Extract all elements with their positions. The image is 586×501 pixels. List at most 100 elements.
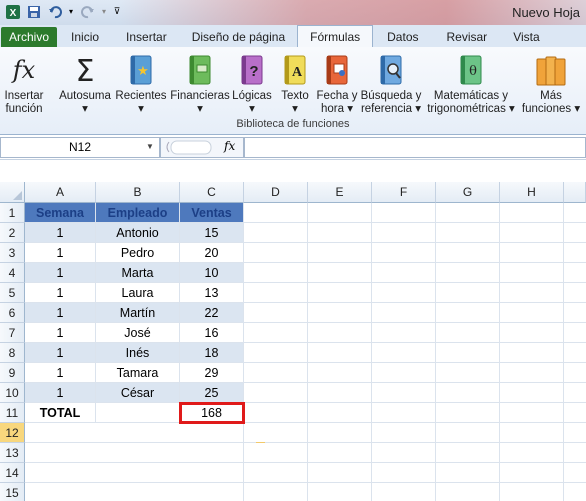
table-cell[interactable]: 1 <box>25 383 96 403</box>
tab-revisar[interactable]: Revisar <box>433 27 502 47</box>
table-cell[interactable]: Inés <box>96 343 180 363</box>
spreadsheet-grid[interactable]: A B C D E F G H 1 2 3 4 5 6 7 8 9 10 11 … <box>0 182 586 501</box>
table-cell[interactable]: José <box>96 323 180 343</box>
table-cell[interactable]: 1 <box>25 323 96 343</box>
table-cell[interactable]: Pedro <box>96 243 180 263</box>
table-cell[interactable]: 16 <box>180 323 244 343</box>
row-header-12[interactable]: 12 <box>0 423 25 443</box>
table-cell[interactable]: 1 <box>25 343 96 363</box>
column-header-g[interactable]: G <box>436 182 500 203</box>
texto-button[interactable]: A Texto ▾ <box>276 53 314 116</box>
book-search-icon <box>358 53 424 87</box>
row-header-15[interactable]: 15 <box>0 483 25 501</box>
row-header-11[interactable]: 11 <box>0 403 25 423</box>
autosuma-button[interactable]: Σ Autosuma ▾ <box>56 53 114 116</box>
quick-access-toolbar: X ▾ ▾ ⊽ <box>4 3 122 20</box>
table-cell[interactable]: 1 <box>25 363 96 383</box>
header-semana[interactable]: Semana <box>25 203 96 223</box>
table-cell[interactable]: César <box>96 383 180 403</box>
column-header-h[interactable]: H <box>500 182 564 203</box>
ribbon-tabs: Archivo Inicio Insertar Diseño de página… <box>0 25 586 47</box>
table-cell[interactable]: 1 <box>25 243 96 263</box>
insertar-funcion-button[interactable]: fx Insertar función <box>2 53 46 116</box>
header-empleado[interactable]: Empleado <box>96 203 180 223</box>
redo-icon[interactable] <box>79 3 96 20</box>
tab-formulas[interactable]: Fórmulas <box>297 25 374 47</box>
tab-inicio[interactable]: Inicio <box>57 27 113 47</box>
table-cell[interactable]: 29 <box>180 363 244 383</box>
undo-icon[interactable] <box>46 3 63 20</box>
row-header-14[interactable]: 14 <box>0 463 25 483</box>
row-header-3[interactable]: 3 <box>0 243 25 263</box>
tab-diseno-pagina[interactable]: Diseño de página <box>180 27 297 47</box>
table-cell[interactable]: 15 <box>180 223 244 243</box>
logicas-label: Lógicas <box>232 90 272 102</box>
table-cell[interactable]: Laura <box>96 283 180 303</box>
column-header-c[interactable]: C <box>180 182 244 203</box>
save-icon[interactable] <box>25 3 42 20</box>
row-header-2[interactable]: 2 <box>0 223 25 243</box>
row-header-13[interactable]: 13 <box>0 443 25 463</box>
header-ventas[interactable]: Ventas <box>180 203 244 223</box>
table-cell[interactable]: 25 <box>180 383 244 403</box>
row-header-4[interactable]: 4 <box>0 263 25 283</box>
busqueda-referencia-button[interactable]: Búsqueda y referencia ▾ <box>358 53 424 116</box>
table-cell[interactable]: 22 <box>180 303 244 323</box>
row-header-7[interactable]: 7 <box>0 323 25 343</box>
table-cell[interactable]: Marta <box>96 263 180 283</box>
total-value[interactable]: 168 <box>179 402 245 424</box>
matematicas-button[interactable]: θ Matemáticas y trigonométricas ▾ <box>424 53 518 116</box>
total-label[interactable]: TOTAL <box>25 403 96 423</box>
column-header-b[interactable]: B <box>96 182 180 203</box>
redo-dropdown-icon[interactable]: ▾ <box>100 3 108 20</box>
select-all-button[interactable] <box>0 182 25 203</box>
table-cell[interactable]: Antonio <box>96 223 180 243</box>
formula-input[interactable] <box>244 137 586 158</box>
column-header-d[interactable]: D <box>244 182 308 203</box>
busqueda-referencia-label2: referencia ▾ <box>360 103 422 115</box>
matematicas-label2: trigonométricas ▾ <box>427 103 515 115</box>
row-header-8[interactable]: 8 <box>0 343 25 363</box>
table-cell[interactable]: 10 <box>180 263 244 283</box>
tab-datos[interactable]: Datos <box>373 27 432 47</box>
formula-bar-spacer <box>0 160 586 182</box>
tab-insertar[interactable]: Insertar <box>113 27 180 47</box>
fecha-hora-label2: hora ▾ <box>321 103 353 115</box>
row-header-1[interactable]: 1 <box>0 203 25 223</box>
fecha-hora-button[interactable]: Fecha y hora ▾ <box>316 53 358 116</box>
table-cell[interactable]: 13 <box>180 283 244 303</box>
logicas-button[interactable]: ? Lógicas ▾ <box>231 53 273 116</box>
excel-logo-icon[interactable]: X <box>4 3 21 20</box>
recientes-label: Recientes <box>115 90 167 102</box>
total-empty-cell[interactable] <box>96 403 180 423</box>
table-cell[interactable]: 1 <box>25 283 96 303</box>
table-cell[interactable]: 18 <box>180 343 244 363</box>
column-header-extra[interactable] <box>564 182 586 203</box>
undo-dropdown-icon[interactable]: ▾ <box>67 3 75 20</box>
table-cell[interactable]: Tamara <box>96 363 180 383</box>
customize-qat-icon[interactable]: ⊽ <box>112 3 122 20</box>
financieras-button[interactable]: Financieras ▾ <box>169 53 231 116</box>
column-header-f[interactable]: F <box>372 182 436 203</box>
table-cell[interactable]: 1 <box>25 303 96 323</box>
tab-vista[interactable]: Vista <box>501 27 551 47</box>
row-header-5[interactable]: 5 <box>0 283 25 303</box>
column-header-a[interactable]: A <box>25 182 96 203</box>
tab-archivo[interactable]: Archivo <box>1 27 58 47</box>
name-box-dropdown-icon[interactable]: ▼ <box>146 142 154 151</box>
table-cell[interactable]: 1 <box>25 223 96 243</box>
recientes-button[interactable]: ★ Recientes ▾ <box>114 53 168 116</box>
financieras-dropdown: ▾ <box>197 103 203 115</box>
table-cell[interactable]: 1 <box>25 263 96 283</box>
insert-function-fx-icon[interactable]: fx <box>224 139 235 153</box>
name-box[interactable]: N12 <box>0 137 160 158</box>
column-header-e[interactable]: E <box>308 182 372 203</box>
mas-funciones-button[interactable]: Más funciones ▾ <box>520 53 582 116</box>
row-header-9[interactable]: 9 <box>0 363 25 383</box>
svg-text:θ: θ <box>469 64 477 79</box>
row-header-10[interactable]: 10 <box>0 383 25 403</box>
table-cell[interactable]: Martín <box>96 303 180 323</box>
window-title: Nuevo Hoja <box>512 5 580 20</box>
table-cell[interactable]: 20 <box>180 243 244 263</box>
row-header-6[interactable]: 6 <box>0 303 25 323</box>
